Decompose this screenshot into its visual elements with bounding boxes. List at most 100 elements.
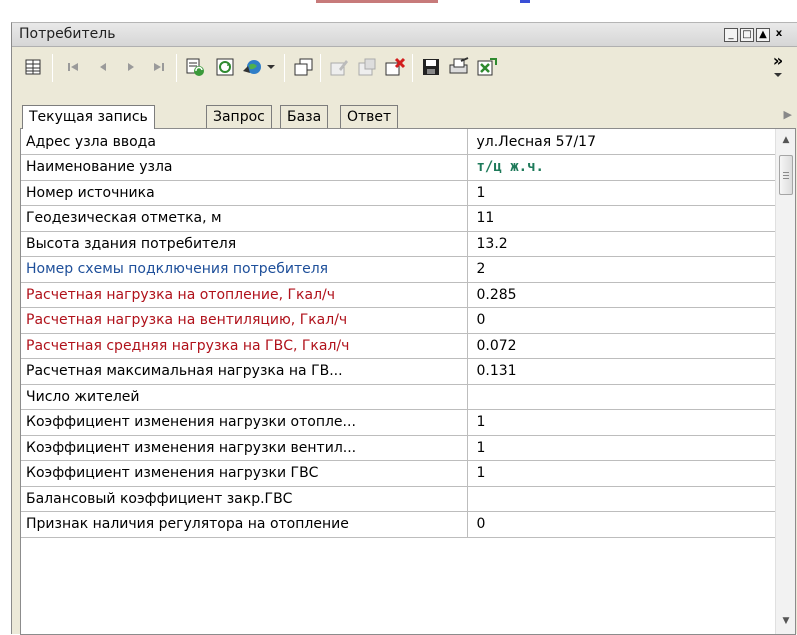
tab-answer[interactable]: Ответ <box>340 105 399 128</box>
prev-icon <box>100 63 106 71</box>
print-button[interactable] <box>446 54 472 80</box>
table-row[interactable]: Коэффициент изменения нагрузки вентил...… <box>21 435 778 461</box>
refresh-list-button[interactable] <box>182 54 208 80</box>
prev-record-button[interactable] <box>90 54 116 80</box>
tab-base[interactable]: База <box>280 105 329 128</box>
table-row[interactable]: Коэффициент изменения нагрузки отопле...… <box>21 409 778 436</box>
property-label: Расчетная нагрузка на отопление, Гкал/ч <box>21 282 468 308</box>
grid-icon <box>25 59 41 75</box>
table-row[interactable]: Балансовый коэффициент закр.ГВС <box>21 486 778 512</box>
maximize-button[interactable]: □ <box>740 28 754 42</box>
property-grid: Адрес узла ввода ул.Лесная 57/17 Наименова… <box>20 129 796 635</box>
update-icon <box>216 58 234 76</box>
property-label: Коэффициент изменения нагрузки ГВС <box>21 460 468 487</box>
background-strip <box>0 0 797 14</box>
tab-query[interactable]: Запрос <box>206 105 272 128</box>
table-row[interactable]: Расчетная нагрузка на отопление, Гкал/ч 0… <box>21 282 778 308</box>
table-row[interactable]: Расчетная нагрузка на вентиляцию, Гкал/ч… <box>21 307 778 334</box>
table-row[interactable]: Коэффициент изменения нагрузки ГВС 1 <box>21 460 778 487</box>
scroll-thumb[interactable] <box>779 155 793 195</box>
printer-icon <box>449 57 469 74</box>
next-icon <box>128 63 134 71</box>
minimize-button[interactable]: _ <box>724 28 738 42</box>
toolbar-separator <box>52 54 53 82</box>
rollup-button[interactable]: ▲ <box>756 28 770 42</box>
property-label: Балансовый коэффициент закр.ГВС <box>21 486 468 512</box>
last-icon <box>154 63 164 71</box>
property-value[interactable]: 11 <box>467 205 778 232</box>
property-label: Коэффициент изменения нагрузки вентил... <box>21 435 468 461</box>
toolbar-separator <box>412 54 413 82</box>
property-value[interactable]: 2 <box>467 256 778 283</box>
record-grid-button[interactable] <box>20 54 46 80</box>
property-value[interactable]: т/ц ж.ч. <box>467 154 778 181</box>
table-row[interactable]: Адрес узла ввода ул.Лесная 57/17 <box>21 129 778 155</box>
property-value[interactable]: 1 <box>467 460 778 487</box>
next-record-button[interactable] <box>118 54 144 80</box>
tab-current-record[interactable]: Текущая запись <box>22 105 155 129</box>
refresh-list-icon <box>186 58 204 76</box>
property-label: Высота здания потребителя <box>21 231 468 257</box>
property-value[interactable]: 0.072 <box>467 333 778 359</box>
property-value[interactable]: 0 <box>467 511 778 538</box>
consumer-window: Потребитель _ □ ▲ x » Текущая запись Зап… <box>11 22 797 635</box>
table-row[interactable]: Высота здания потребителя 13.2 <box>21 231 778 257</box>
property-value[interactable] <box>467 486 778 512</box>
chevron-down-icon <box>774 73 782 77</box>
table-row[interactable]: Расчетная средняя нагрузка на ГВС, Гкал/… <box>21 333 778 359</box>
table-row[interactable]: Число жителей <box>21 384 778 410</box>
first-record-button[interactable] <box>60 54 86 80</box>
save-button[interactable] <box>418 54 444 80</box>
new-record-button[interactable] <box>290 54 316 80</box>
table-row[interactable]: Признак наличия регулятора на отопление 0 <box>21 511 778 538</box>
table-row[interactable]: Геодезическая отметка, м 11 <box>21 205 778 232</box>
property-label: Расчетная максимальная нагрузка на ГВ... <box>21 358 468 385</box>
property-value[interactable]: ул.Лесная 57/17 <box>467 129 778 155</box>
property-label: Адрес узла ввода <box>21 129 468 155</box>
edit-record-icon <box>330 60 348 76</box>
copy-record-icon <box>358 58 376 76</box>
table-row[interactable]: Наименование узла т/ц ж.ч. <box>21 154 778 181</box>
last-record-button[interactable] <box>146 54 172 80</box>
globe-menu-button[interactable] <box>240 54 266 80</box>
property-value[interactable]: 0 <box>467 307 778 334</box>
tab-scroll-right-icon[interactable]: ▶ <box>784 108 792 121</box>
floppy-icon <box>423 59 439 75</box>
title-bar[interactable]: Потребитель _ □ ▲ x <box>12 23 797 47</box>
property-value[interactable]: 13.2 <box>467 231 778 257</box>
table-row[interactable]: Номер источника 1 <box>21 180 778 206</box>
property-label: Расчетная нагрузка на вентиляцию, Гкал/ч <box>21 307 468 334</box>
property-value[interactable] <box>467 384 778 410</box>
table-row[interactable]: Расчетная максимальная нагрузка на ГВ...… <box>21 358 778 385</box>
background-accent <box>316 0 438 3</box>
delete-record-button[interactable] <box>382 54 408 80</box>
property-label: Коэффициент изменения нагрузки отопле... <box>21 409 468 436</box>
property-label: Признак наличия регулятора на отопление <box>21 511 468 538</box>
toolbar-overflow-button[interactable]: » <box>766 51 790 80</box>
property-value[interactable]: 1 <box>467 180 778 206</box>
property-value[interactable]: 0.131 <box>467 358 778 385</box>
property-value[interactable]: 1 <box>467 409 778 436</box>
close-button[interactable]: x <box>772 28 786 42</box>
update-button[interactable] <box>212 54 238 80</box>
property-label: Геодезическая отметка, м <box>21 205 468 232</box>
property-value[interactable]: 1 <box>467 435 778 461</box>
export-excel-button[interactable] <box>474 54 500 80</box>
scroll-up-icon[interactable]: ▲ <box>776 135 796 149</box>
copy-record-button[interactable] <box>354 54 380 80</box>
excel-export-icon <box>477 58 497 76</box>
property-table: Адрес узла ввода ул.Лесная 57/17 Наименова… <box>21 129 778 538</box>
scroll-down-icon[interactable]: ▼ <box>776 616 796 630</box>
globe-dropdown-button[interactable] <box>264 54 278 80</box>
toolbar-separator <box>176 54 177 82</box>
vertical-scrollbar[interactable]: ▲ ▼ <box>775 129 795 634</box>
property-label: Число жителей <box>21 384 468 410</box>
globe-icon <box>243 60 261 74</box>
overflow-chevron-icon: » <box>772 51 784 70</box>
property-value[interactable]: 0.285 <box>467 282 778 308</box>
table-row[interactable]: Номер схемы подключения потребителя 2 <box>21 256 778 283</box>
property-label: Номер источника <box>21 180 468 206</box>
chevron-down-icon <box>267 65 275 69</box>
edit-record-button[interactable] <box>326 54 352 80</box>
tab-strip: Текущая запись Запрос База Ответ ▶ <box>20 105 796 129</box>
